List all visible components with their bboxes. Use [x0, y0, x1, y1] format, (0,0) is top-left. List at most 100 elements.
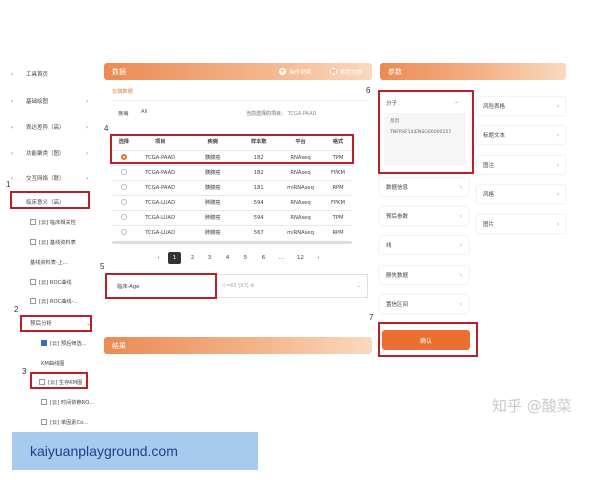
document-icon — [41, 340, 47, 346]
annotation-number: 2 — [14, 305, 19, 314]
sidebar-item-expression[interactable]: ‹ 表达差异（高） › — [8, 119, 96, 135]
highlight-box-4 — [110, 134, 354, 164]
disease-filter-label: 疾病 — [118, 111, 129, 117]
instructions-button[interactable]: + 操作说明 — [279, 63, 311, 80]
param-card-confidence[interactable]: 置信区间 › — [380, 295, 468, 313]
annotation-number: 6 — [366, 86, 371, 95]
sidebar-subitem-time-roc[interactable]: [云] 时间依赖RO... — [41, 395, 94, 409]
document-icon — [30, 239, 36, 245]
clinical-threshold-select[interactable]: <=65 [93] ⊗ — [222, 283, 254, 289]
param-card-data-info[interactable]: 数据信息 › — [380, 178, 468, 196]
sidebar-item-basic-plot[interactable]: ‹ 基础绘图 › — [8, 93, 96, 109]
document-icon: ▤ — [330, 68, 337, 75]
sidebar-subitem-clinical-correlation[interactable]: [云] 临床相关性 — [30, 215, 76, 229]
plus-icon: + — [279, 68, 286, 75]
pagination-page-5[interactable]: 5 — [239, 252, 252, 264]
pagination-page-12[interactable]: 12 — [294, 252, 307, 264]
sidebar-subitem-prognosis-screen[interactable]: [云] 预后筛选... — [41, 336, 87, 350]
param-card-line[interactable]: 线 › — [380, 236, 468, 254]
radio-button[interactable] — [120, 168, 127, 175]
sidebar-subitem-baseline-table[interactable]: [云] 基线资料表 — [30, 235, 76, 249]
highlight-box-5 — [105, 273, 217, 299]
param-card-risk-table[interactable]: 风险表格 › — [477, 97, 565, 115]
document-icon — [41, 419, 47, 425]
sidebar-item-home[interactable]: ‹ 工具首页 — [8, 66, 96, 82]
param-card-censored[interactable]: 删失数据 › — [380, 266, 468, 284]
divider — [112, 100, 368, 101]
chevron-right-icon: › — [556, 190, 559, 198]
chevron-right-icon: › — [459, 300, 462, 308]
params-panel-header: 参数 — [380, 63, 566, 80]
chevron-right-icon: › — [556, 102, 559, 110]
param-card-prognosis-params[interactable]: 预后参数 › — [380, 207, 468, 225]
sidebar-item-label: 交互网络（联） — [26, 176, 65, 182]
table-row[interactable]: TCGA-LUAD 肺腺癌 594 RNAseq TPM — [112, 209, 352, 225]
chevron-left-icon: ‹ — [10, 97, 14, 105]
table-row[interactable]: TCGA-PAAD 胰腺癌 181 miRNAseq RPM — [112, 179, 352, 195]
sidebar-subitem-univariate-cox[interactable]: [云] 单因素Co... — [41, 415, 88, 429]
tutorial-docs-button[interactable]: ▤ 教程文档 — [330, 63, 362, 80]
pagination-ellipsis: ... — [278, 255, 285, 261]
radio-button[interactable] — [120, 198, 127, 205]
annotation-number: 5 — [100, 262, 105, 271]
disease-filter-select[interactable]: All — [138, 106, 210, 118]
sidebar-item-enrichment[interactable]: ‹ 功能聚类（图） › — [8, 145, 96, 161]
pagination-page-2[interactable]: 2 — [186, 252, 199, 264]
watermark: 知乎 @酸菜 — [492, 397, 572, 415]
chevron-left-icon: ‹ — [10, 70, 14, 78]
param-card-image[interactable]: 图片 › — [477, 215, 565, 233]
param-card-style[interactable]: 风格 › — [477, 185, 565, 203]
chevron-right-icon: › — [459, 271, 462, 279]
highlight-box-1 — [10, 191, 90, 209]
param-card-legend[interactable]: 图注 › — [477, 156, 565, 174]
chevron-right-icon: › — [556, 220, 559, 228]
table-horizontal-scrollbar[interactable] — [112, 241, 352, 244]
chevron-right-icon: › — [86, 97, 89, 105]
sidebar-item-label: 工具首页 — [26, 72, 49, 78]
sidebar-item-label: 表达差异（高） — [26, 125, 65, 131]
radio-button[interactable] — [120, 183, 127, 190]
pagination-prev[interactable]: ‹ — [152, 252, 165, 264]
result-panel-header: 结果 — [104, 337, 372, 354]
table-row[interactable]: TCGA-PAAD 胰腺癌 182 RNAseq FPKM — [112, 164, 352, 180]
sidebar-item-label: 功能聚类（图） — [26, 151, 65, 157]
sidebar-subitem-baseline-upload[interactable]: 基线资料表-上... — [30, 255, 68, 269]
chevron-down-icon[interactable]: ⌄ — [357, 283, 362, 289]
chevron-right-icon: › — [556, 161, 559, 169]
chevron-right-icon: › — [86, 174, 89, 182]
document-icon — [30, 219, 36, 225]
annotation-number: 7 — [369, 313, 374, 322]
panel-title: 结果 — [112, 341, 126, 350]
sidebar-item-network[interactable]: ‹ 交互网络（联） › — [8, 170, 96, 186]
sidebar-item-label: 基础绘图 — [26, 99, 49, 105]
pagination-next[interactable]: › — [312, 252, 325, 264]
radio-button[interactable] — [120, 228, 127, 235]
annotation-number: 4 — [104, 124, 109, 133]
document-icon — [41, 399, 47, 405]
highlight-box-2 — [20, 315, 92, 332]
chevron-right-icon: › — [86, 149, 89, 157]
document-icon — [30, 298, 36, 304]
chevron-right-icon: › — [86, 123, 89, 131]
chevron-right-icon: › — [459, 241, 462, 249]
param-card-title-text[interactable]: 标题文本 › — [477, 126, 565, 144]
sidebar-subitem-roc[interactable]: [云] ROC曲线 — [30, 275, 72, 289]
pagination-page-3[interactable]: 3 — [203, 252, 216, 264]
panel-title: 数据 — [112, 67, 126, 76]
pagination-page-1[interactable]: 1 — [168, 252, 181, 264]
tab-cloud-data[interactable]: 云端数据 — [112, 88, 133, 95]
pagination-page-4[interactable]: 4 — [221, 252, 234, 264]
sidebar-subitem-km-curve[interactable]: KM曲线图 — [41, 356, 64, 370]
chevron-right-icon: › — [459, 212, 462, 220]
chevron-right-icon: › — [556, 131, 559, 139]
table-row[interactable]: TCGA-LUAD 肺腺癌 567 miRNAseq RPM — [112, 224, 352, 240]
chevron-right-icon: › — [459, 183, 462, 191]
radio-button[interactable] — [120, 213, 127, 220]
highlight-box-6 — [378, 90, 474, 174]
pagination-page-6[interactable]: 6 — [257, 252, 270, 264]
highlight-box-3 — [30, 372, 88, 389]
table-row[interactable]: TCGA-LUAD 肺腺癌 594 RNAseq FPKM — [112, 194, 352, 210]
sidebar-subitem-roc-2[interactable]: [云] ROC曲线-... — [30, 294, 78, 308]
annotation-number: 1 — [6, 180, 11, 189]
highlight-box-7 — [378, 322, 478, 357]
